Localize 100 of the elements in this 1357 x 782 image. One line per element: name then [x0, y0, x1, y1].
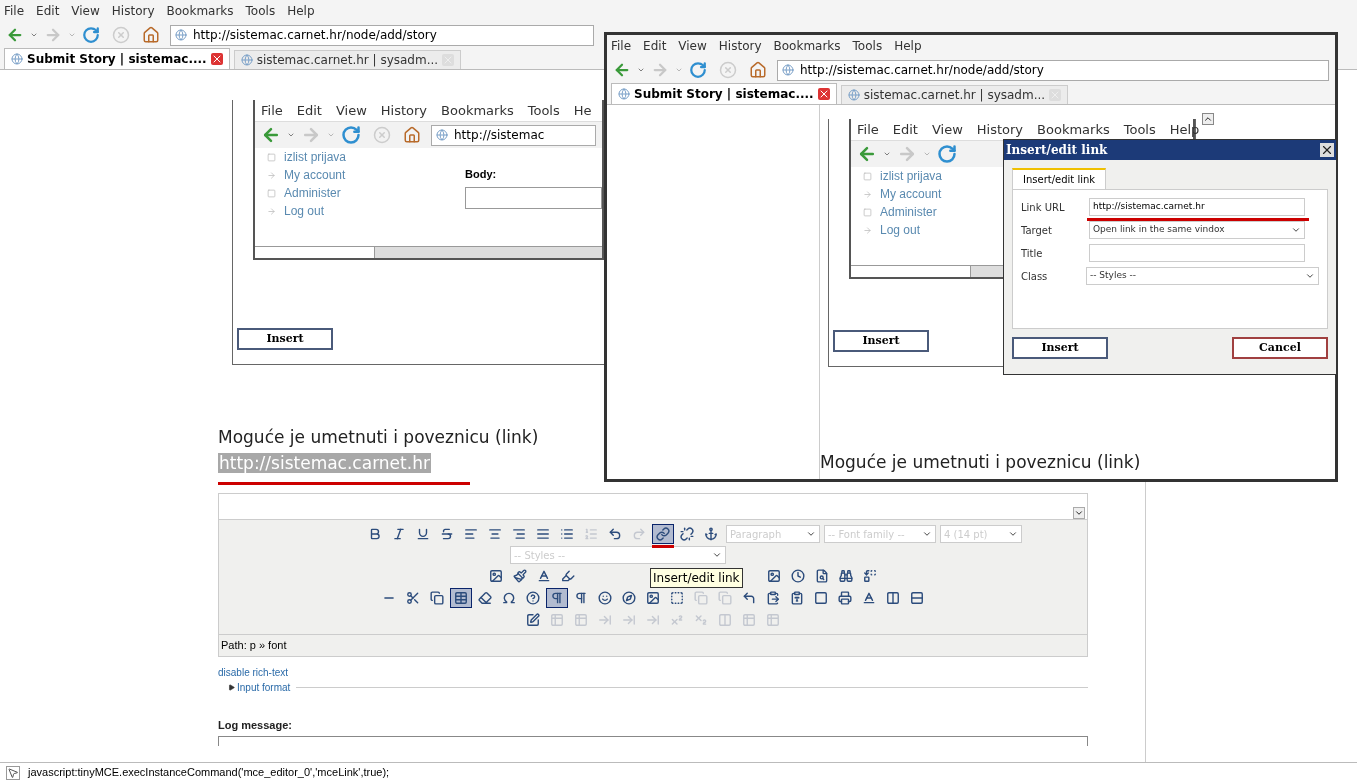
- numbered-list-icon: [584, 527, 598, 541]
- field-label: Target: [1021, 223, 1053, 238]
- sidebar-link[interactable]: Log out: [284, 202, 325, 220]
- sidebar-link[interactable]: izlist prijava: [284, 148, 346, 166]
- menu-item[interactable]: Help: [894, 37, 922, 55]
- globe-icon: [240, 54, 253, 66]
- menu-item[interactable]: File: [857, 119, 879, 140]
- menu-item[interactable]: History: [976, 119, 1024, 140]
- menu-item[interactable]: File: [611, 37, 632, 55]
- menu-item[interactable]: Bookmarks: [441, 100, 514, 121]
- menu-item[interactable]: History: [111, 2, 155, 20]
- address-field[interactable]: http://sistemac.carnet.hr/node/add/story: [777, 59, 1329, 81]
- cancel-button[interactable]: Cancel: [1232, 337, 1328, 359]
- menu-item[interactable]: He: [573, 100, 592, 121]
- link-button[interactable]: [652, 524, 674, 544]
- italic-icon: [392, 527, 406, 541]
- menu-item[interactable]: File: [261, 100, 283, 121]
- pilcrow-button[interactable]: [546, 588, 568, 608]
- copy-icon: [430, 591, 444, 605]
- pilcrow-icon: [574, 591, 588, 605]
- square-icon: [814, 591, 828, 605]
- scroll-up-icon[interactable]: [1202, 113, 1214, 125]
- menu-item[interactable]: View: [678, 37, 707, 55]
- address-field[interactable]: http://sistemac: [431, 124, 596, 146]
- insert-button[interactable]: Insert: [1012, 337, 1108, 359]
- square-bullet-icon: [267, 152, 276, 162]
- status-text: javascript:tinyMCE.execInstanceCommand('mce_editor_0','mceLink',true);: [28, 765, 390, 781]
- dropdown-icon[interactable]: [30, 31, 38, 39]
- browser-tab[interactable]: Submit Story | sistemac....: [611, 83, 837, 104]
- printer-icon: [838, 591, 852, 605]
- superscript-icon: [670, 613, 684, 627]
- home-icon[interactable]: [403, 126, 421, 144]
- insert-button[interactable]: Insert: [237, 328, 333, 350]
- highlighter-icon: [561, 569, 575, 583]
- arrow-bullet-icon: [267, 170, 276, 180]
- anchor-icon: [704, 527, 718, 541]
- body-field[interactable]: [465, 186, 602, 209]
- disable-rich-text-link[interactable]: disable rich-text: [218, 665, 289, 680]
- url-text: http://sistemac.carnet.hr/node/add/story: [800, 62, 1044, 79]
- insert-button[interactable]: Insert: [833, 330, 929, 352]
- back-arrow-icon[interactable]: [857, 144, 877, 164]
- sidebar-link[interactable]: izlist prijava: [880, 167, 942, 185]
- menu-item[interactable]: Bookmarks: [166, 2, 234, 20]
- menu-item[interactable]: View: [931, 119, 963, 140]
- close-icon[interactable]: [1320, 143, 1334, 157]
- menu-item[interactable]: Tools: [527, 100, 560, 121]
- sidebar-link[interactable]: My account: [880, 185, 942, 203]
- reload-icon[interactable]: [937, 144, 957, 164]
- rows-icon: [910, 591, 924, 605]
- globe-icon: [782, 64, 794, 76]
- scissors-icon: [406, 591, 420, 605]
- scroll-down-icon[interactable]: [1073, 507, 1085, 519]
- columns-icon: [718, 613, 732, 627]
- reload-icon[interactable]: [82, 26, 100, 44]
- browser-tab[interactable]: sistemac.carnet.hr | sysadm...: [840, 85, 1069, 104]
- log-message-field[interactable]: [218, 735, 1088, 746]
- horizontal-scrollbar[interactable]: [255, 246, 602, 258]
- select-field[interactable]: -- Styles --: [1086, 267, 1319, 285]
- reload-icon[interactable]: [689, 61, 707, 79]
- text-field[interactable]: [1089, 244, 1305, 262]
- home-icon[interactable]: [749, 61, 767, 79]
- menu-item[interactable]: Edit: [892, 119, 918, 140]
- menu-item[interactable]: View: [71, 2, 100, 20]
- menu-item[interactable]: History: [718, 37, 762, 55]
- dropdown-icon[interactable]: [883, 150, 891, 158]
- select-field[interactable]: Open link in the same vindox: [1089, 221, 1305, 239]
- expand-triangle-icon[interactable]: [228, 684, 235, 691]
- menu-item[interactable]: Tools: [1123, 119, 1156, 140]
- reload-icon[interactable]: [341, 125, 361, 145]
- menu-item[interactable]: File: [4, 2, 25, 20]
- address-field[interactable]: http://sistemac.carnet.hr/node/add/story: [170, 24, 594, 46]
- menu-item[interactable]: Help: [287, 2, 315, 20]
- menu-item[interactable]: Tools: [852, 37, 883, 55]
- browser-tab[interactable]: Submit Story | sistemac....: [4, 48, 230, 69]
- dialog-tab[interactable]: Insert/edit link: [1012, 168, 1107, 189]
- sidebar-link[interactable]: Log out: [880, 221, 921, 239]
- home-icon[interactable]: [142, 26, 160, 44]
- table-button[interactable]: [450, 588, 472, 608]
- menu-item[interactable]: View: [335, 100, 367, 121]
- sidebar-link[interactable]: My account: [284, 166, 346, 184]
- paintbrush-icon: [513, 569, 527, 583]
- dropdown-icon[interactable]: [287, 131, 295, 139]
- input-format-link[interactable]: Input format: [237, 680, 291, 695]
- menu-item[interactable]: Bookmarks: [773, 37, 841, 55]
- text-field[interactable]: http://sistemac.carnet.hr: [1089, 198, 1305, 216]
- globe-icon: [175, 29, 187, 41]
- menu-item[interactable]: Edit: [643, 37, 667, 55]
- menu-item[interactable]: History: [380, 100, 428, 121]
- omega-icon: [502, 591, 516, 605]
- browser-tab[interactable]: sistemac.carnet.hr | sysadm...: [233, 50, 462, 69]
- sidebar-link[interactable]: Administer: [284, 184, 341, 202]
- dropdown-icon: [806, 529, 816, 539]
- arrow-to-line-icon: [598, 613, 612, 627]
- menu-item[interactable]: Bookmarks: [1037, 119, 1110, 140]
- menu-item[interactable]: Edit: [36, 2, 60, 20]
- sidebar-link[interactable]: Administer: [880, 203, 937, 221]
- dropdown-icon[interactable]: [637, 66, 645, 74]
- menu-item[interactable]: Edit: [296, 100, 322, 121]
- tab-label: sistemac.carnet.hr | sysadm...: [863, 87, 1046, 104]
- menu-item[interactable]: Tools: [245, 2, 276, 20]
